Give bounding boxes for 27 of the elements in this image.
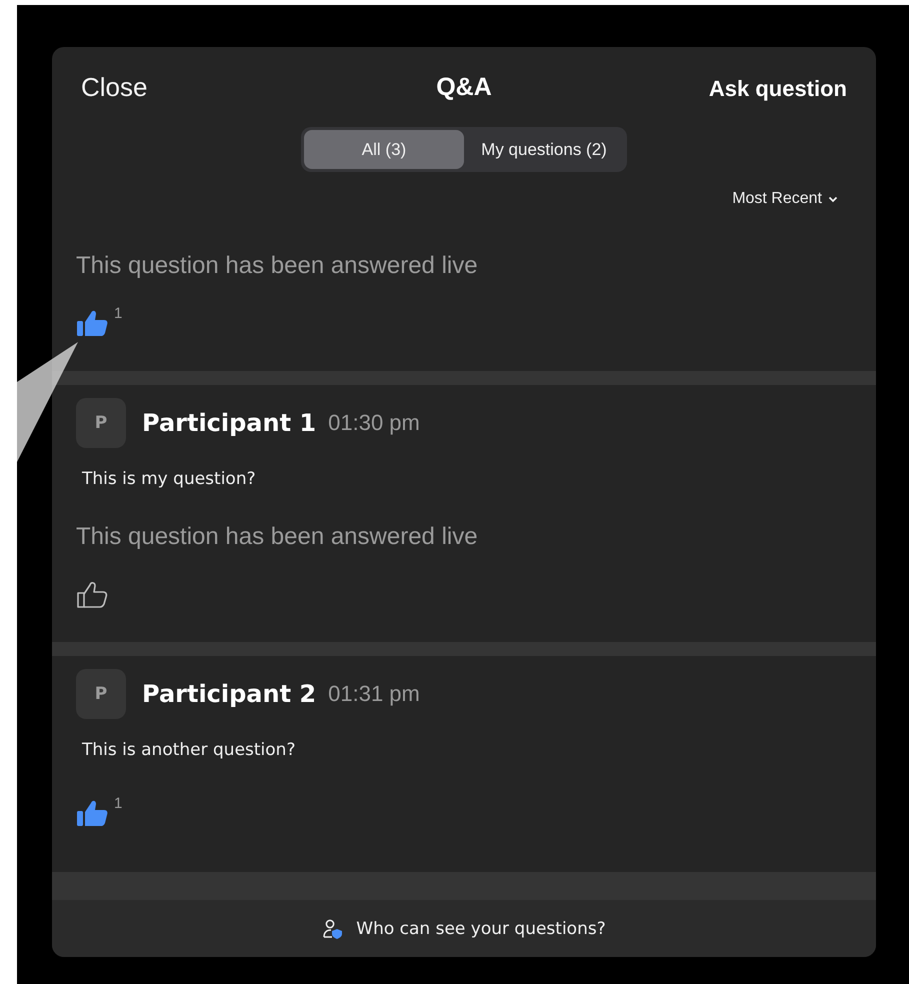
close-button[interactable]: Close — [81, 72, 148, 102]
like-button[interactable] — [76, 799, 108, 827]
question-time: 01:30 pm — [328, 410, 420, 436]
answered-note: This question has been answered live — [76, 522, 479, 552]
filter-tab[interactable]: All (3) — [304, 130, 464, 169]
privacy-info-link[interactable]: Who can see your questions? — [356, 918, 606, 938]
like-count: 1 — [114, 305, 122, 322]
chevron-down-icon — [828, 196, 838, 202]
thumbs-up-icon — [76, 799, 108, 827]
avatar: P — [76, 398, 126, 448]
like-button[interactable] — [76, 309, 108, 337]
avatar: P — [76, 669, 126, 719]
sort-dropdown[interactable]: Most Recent — [732, 186, 838, 212]
author-name: Participant 1 — [142, 409, 316, 437]
panel-title: Q&A — [436, 72, 492, 102]
thumbs-up-icon — [76, 580, 108, 608]
question-text: This is another question? — [82, 739, 296, 761]
question-text: This is my question? — [82, 468, 257, 490]
ask-question-button[interactable]: Ask question — [708, 76, 847, 102]
user-shield-icon — [322, 918, 344, 938]
author-name: Participant 2 — [142, 680, 316, 708]
question-time: 01:31 pm — [328, 681, 420, 707]
thumbs-up-icon — [76, 309, 108, 337]
answered-note: This question has been answered live — [76, 251, 479, 281]
like-button[interactable] — [76, 580, 108, 608]
like-count: 1 — [114, 795, 122, 812]
filter-tab[interactable]: My questions (2) — [464, 130, 624, 169]
